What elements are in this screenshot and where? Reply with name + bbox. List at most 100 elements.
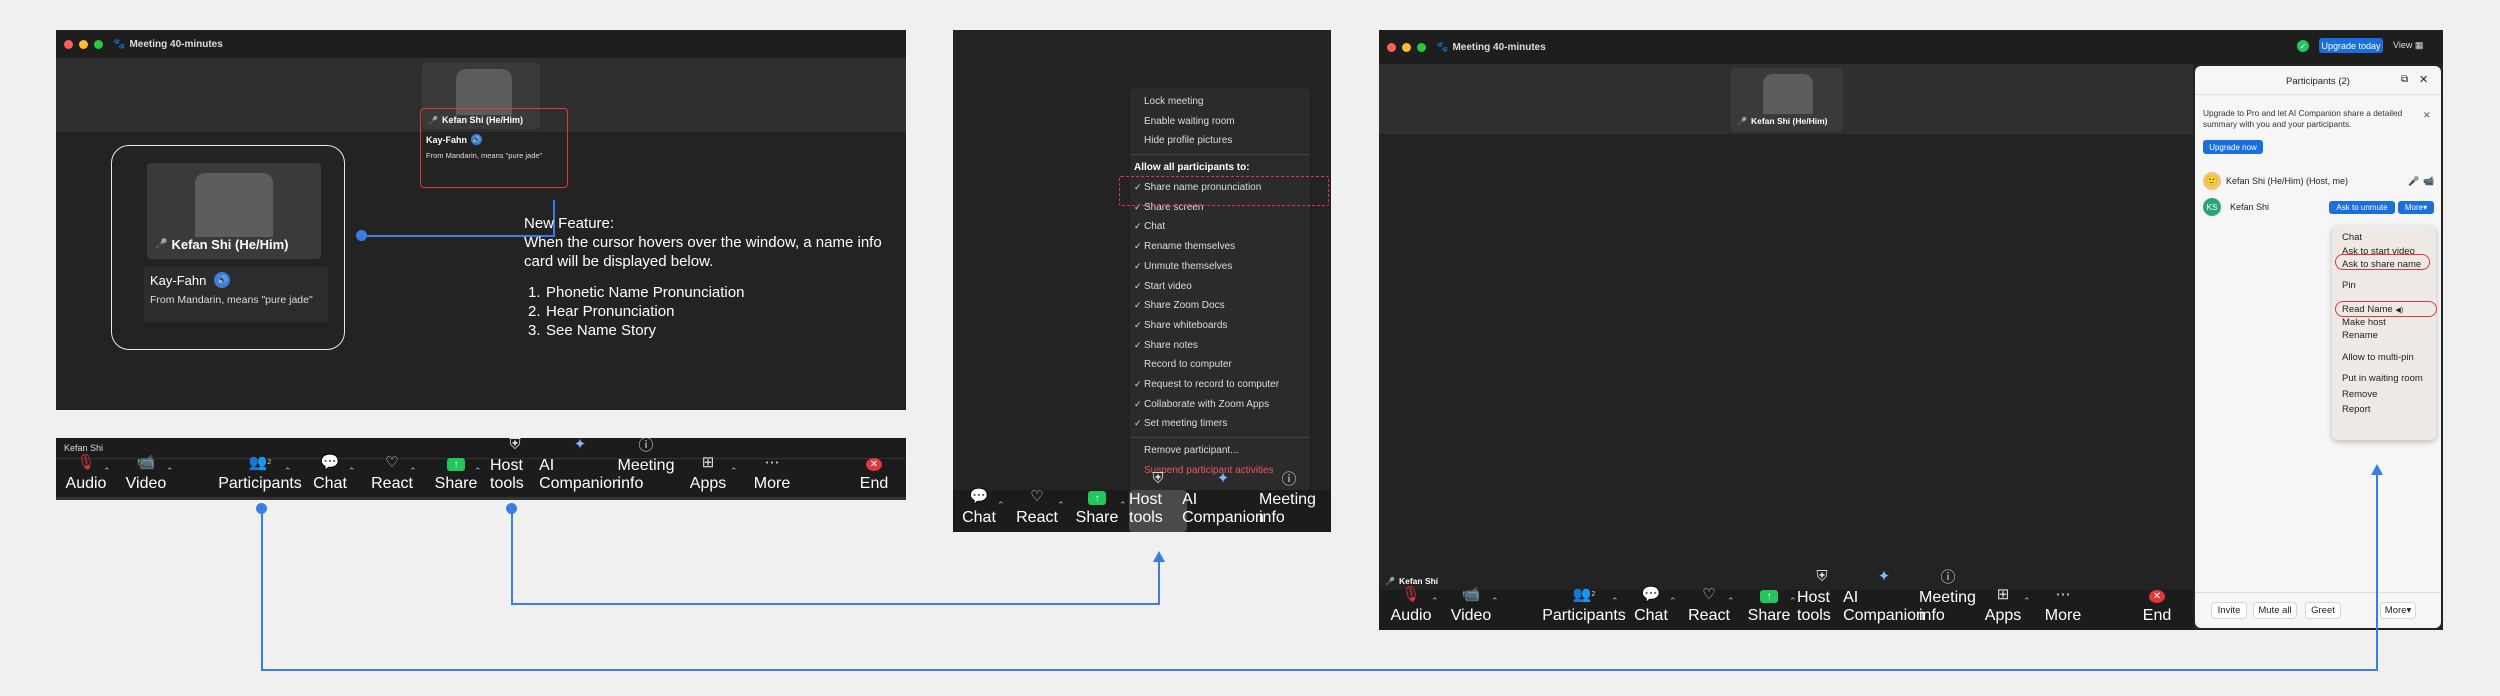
menu-remove-participant[interactable]: Remove participant... bbox=[1130, 441, 1310, 461]
host-tools-line-down bbox=[511, 508, 513, 605]
ai-companion-button[interactable]: ✦ AI Companion bbox=[539, 436, 621, 498]
audio-button[interactable]: 🎙 Audio bbox=[64, 454, 108, 498]
audio-button[interactable]: 🎙 Audio bbox=[1391, 586, 1432, 630]
react-caret-icon[interactable]: ⌃ bbox=[1057, 500, 1065, 511]
mute-all-button[interactable]: Mute all bbox=[2253, 602, 2297, 619]
apps-button[interactable]: ⊞ Apps bbox=[1983, 586, 2023, 630]
menu-lock-meeting[interactable]: Lock meeting bbox=[1130, 92, 1310, 112]
speaker-icon[interactable]: 🔊 bbox=[471, 134, 483, 145]
share-screen-icon: ↑ bbox=[1760, 590, 1778, 603]
ctx-chat[interactable]: Chat bbox=[2332, 230, 2436, 246]
menu-hide-profile-pictures[interactable]: Hide profile pictures bbox=[1130, 131, 1310, 151]
ctx-put-waiting-room[interactable]: Put in waiting room bbox=[2332, 371, 2436, 387]
minimize-dot[interactable] bbox=[1402, 42, 1411, 52]
audio-caret-icon[interactable]: ⌃ bbox=[103, 466, 111, 477]
menu-rename-themselves[interactable]: ✓ Rename themselves bbox=[1130, 237, 1310, 257]
video-button[interactable]: 📹 Video bbox=[1451, 586, 1492, 630]
menu-start-video[interactable]: ✓ Start video bbox=[1130, 277, 1310, 297]
chat-caret-icon[interactable]: ⌃ bbox=[348, 466, 356, 477]
upgrade-now-button[interactable]: Upgrade now bbox=[2203, 140, 2263, 154]
video-caret-icon[interactable]: ⌃ bbox=[166, 466, 174, 477]
menu-enable-waiting-room[interactable]: Enable waiting room bbox=[1130, 112, 1310, 132]
react-caret-icon[interactable]: ⌃ bbox=[1727, 596, 1735, 607]
chat-button[interactable]: 💬 Chat bbox=[310, 454, 350, 498]
close-dot[interactable] bbox=[1387, 42, 1396, 52]
menu-set-meeting-timers[interactable]: ✓ Set meeting timers bbox=[1130, 414, 1310, 434]
card-meaning: From Mandarin, means "pure jade" bbox=[426, 151, 543, 160]
minimize-dot[interactable] bbox=[79, 39, 88, 49]
participants-caret-icon[interactable]: ⌃ bbox=[1611, 596, 1619, 607]
host-tools-line-up bbox=[1158, 562, 1160, 605]
maximize-dot[interactable] bbox=[94, 39, 103, 49]
maximize-dot[interactable] bbox=[1417, 42, 1426, 52]
chat-button[interactable]: 💬 Chat bbox=[1631, 586, 1671, 630]
end-button[interactable]: ✕ End bbox=[856, 458, 892, 498]
menu-chat[interactable]: ✓ Chat bbox=[1130, 217, 1310, 237]
chat-caret-icon[interactable]: ⌃ bbox=[1669, 596, 1677, 607]
apps-button[interactable]: ⊞ Apps bbox=[688, 454, 728, 498]
meeting-info-button[interactable]: ⓘ Meeting info bbox=[1919, 569, 1977, 630]
ai-companion-button[interactable]: ✦ AI Companion bbox=[1182, 470, 1264, 532]
security-shield-icon[interactable]: ✓ bbox=[2297, 40, 2309, 52]
share-screen-icon: ↑ bbox=[447, 458, 465, 471]
participants-icon: 👥 2 bbox=[248, 454, 272, 471]
menu-share-zoom-docs[interactable]: ✓ Share Zoom Docs bbox=[1130, 296, 1310, 316]
share-button[interactable]: ↑ Share bbox=[1748, 590, 1790, 630]
invite-button[interactable]: Invite bbox=[2211, 602, 2247, 619]
react-button[interactable]: ♡ React bbox=[1016, 488, 1058, 532]
greet-button[interactable]: Greet bbox=[2305, 602, 2341, 619]
meeting-info-button[interactable]: ⓘ Meeting info bbox=[618, 437, 675, 498]
share-button[interactable]: ↑ Share bbox=[1076, 490, 1118, 532]
ctx-pin[interactable]: Pin bbox=[2332, 278, 2436, 294]
participants-button[interactable]: 👥 2 Participants bbox=[218, 454, 302, 498]
menu-unmute-themselves[interactable]: ✓ Unmute themselves bbox=[1130, 257, 1310, 277]
menu-record-to-computer[interactable]: Record to computer bbox=[1130, 355, 1310, 375]
ctx-report[interactable]: Report bbox=[2332, 402, 2436, 418]
participants-caret-icon[interactable]: ⌃ bbox=[284, 466, 292, 477]
view-button[interactable]: View ▦ bbox=[2393, 40, 2423, 51]
host-tools-button[interactable]: ⛨ Host tools bbox=[490, 436, 540, 498]
ctx-rename[interactable]: Rename bbox=[2332, 328, 2436, 344]
menu-share-notes[interactable]: ✓ Share notes bbox=[1130, 336, 1310, 356]
close-icon[interactable]: ✕ bbox=[2419, 73, 2428, 86]
react-caret-icon[interactable]: ⌃ bbox=[409, 466, 417, 477]
participants-button[interactable]: 👥 2 Participants bbox=[1542, 586, 1626, 630]
popout-icon[interactable]: ⧉ bbox=[2401, 74, 2408, 85]
host-row[interactable]: 🙂 Kefan Shi (He/Him) (Host, me) 🎤 📹 bbox=[2203, 170, 2435, 192]
upgrade-today-button[interactable]: Upgrade today bbox=[2319, 38, 2383, 53]
apps-caret-icon[interactable]: ⌃ bbox=[2023, 596, 2031, 607]
close-dot[interactable] bbox=[64, 39, 73, 49]
audio-caret-icon[interactable]: ⌃ bbox=[1431, 596, 1439, 607]
chat-caret-icon[interactable]: ⌃ bbox=[997, 500, 1005, 511]
react-button[interactable]: ♡ React bbox=[1688, 586, 1730, 630]
share-caret-icon[interactable]: ⌃ bbox=[1789, 596, 1797, 607]
banner-close-icon[interactable]: ✕ bbox=[2423, 110, 2431, 121]
end-button[interactable]: ✕ End bbox=[2139, 590, 2175, 630]
apps-caret-icon[interactable]: ⌃ bbox=[730, 466, 738, 477]
ctx-remove[interactable]: Remove bbox=[2332, 387, 2436, 403]
share-caret-icon[interactable]: ⌃ bbox=[1119, 500, 1127, 511]
meeting-info-button[interactable]: ⓘ Meeting info bbox=[1259, 471, 1319, 532]
ask-to-unmute-button[interactable]: Ask to unmute bbox=[2329, 201, 2395, 214]
react-button[interactable]: ♡ React bbox=[371, 454, 413, 498]
video-caret-icon[interactable]: ⌃ bbox=[1491, 596, 1499, 607]
video-button[interactable]: 📹 Video bbox=[124, 454, 168, 498]
more-button[interactable]: ⋯ More bbox=[752, 454, 792, 498]
chat-button[interactable]: 💬 Chat bbox=[959, 488, 999, 532]
share-caret-icon[interactable]: ⌃ bbox=[474, 466, 482, 477]
more-dropdown-button[interactable]: More ▾ bbox=[2398, 201, 2434, 214]
muted-mic-icon: 🎤 bbox=[155, 239, 168, 250]
menu-request-to-record[interactable]: ✓ Request to record to computer bbox=[1130, 375, 1310, 395]
ctx-allow-multi-pin[interactable]: Allow to multi-pin bbox=[2332, 350, 2436, 366]
speaker-icon[interactable]: 🔊 bbox=[214, 272, 231, 288]
host-tools-button-active[interactable]: ⛨ Host tools bbox=[1129, 470, 1187, 532]
menu-share-whiteboards[interactable]: ✓ Share whiteboards bbox=[1130, 316, 1310, 336]
participant-thumbnail[interactable]: 🎤 Kefan Shi (He/Him) bbox=[1731, 68, 1843, 132]
share-button[interactable]: ↑ Share bbox=[435, 458, 477, 498]
ctx-make-host[interactable]: Make host bbox=[2332, 317, 2436, 328]
host-tools-button[interactable]: ⛨ Host tools bbox=[1797, 568, 1847, 630]
menu-collaborate-zoom-apps[interactable]: ✓ Collaborate with Zoom Apps bbox=[1130, 395, 1310, 415]
more-button[interactable]: ⋯ More bbox=[2043, 586, 2083, 630]
ai-companion-button[interactable]: ✦ AI Companion bbox=[1843, 568, 1925, 630]
footer-more-button[interactable]: More ▾ bbox=[2380, 602, 2416, 619]
